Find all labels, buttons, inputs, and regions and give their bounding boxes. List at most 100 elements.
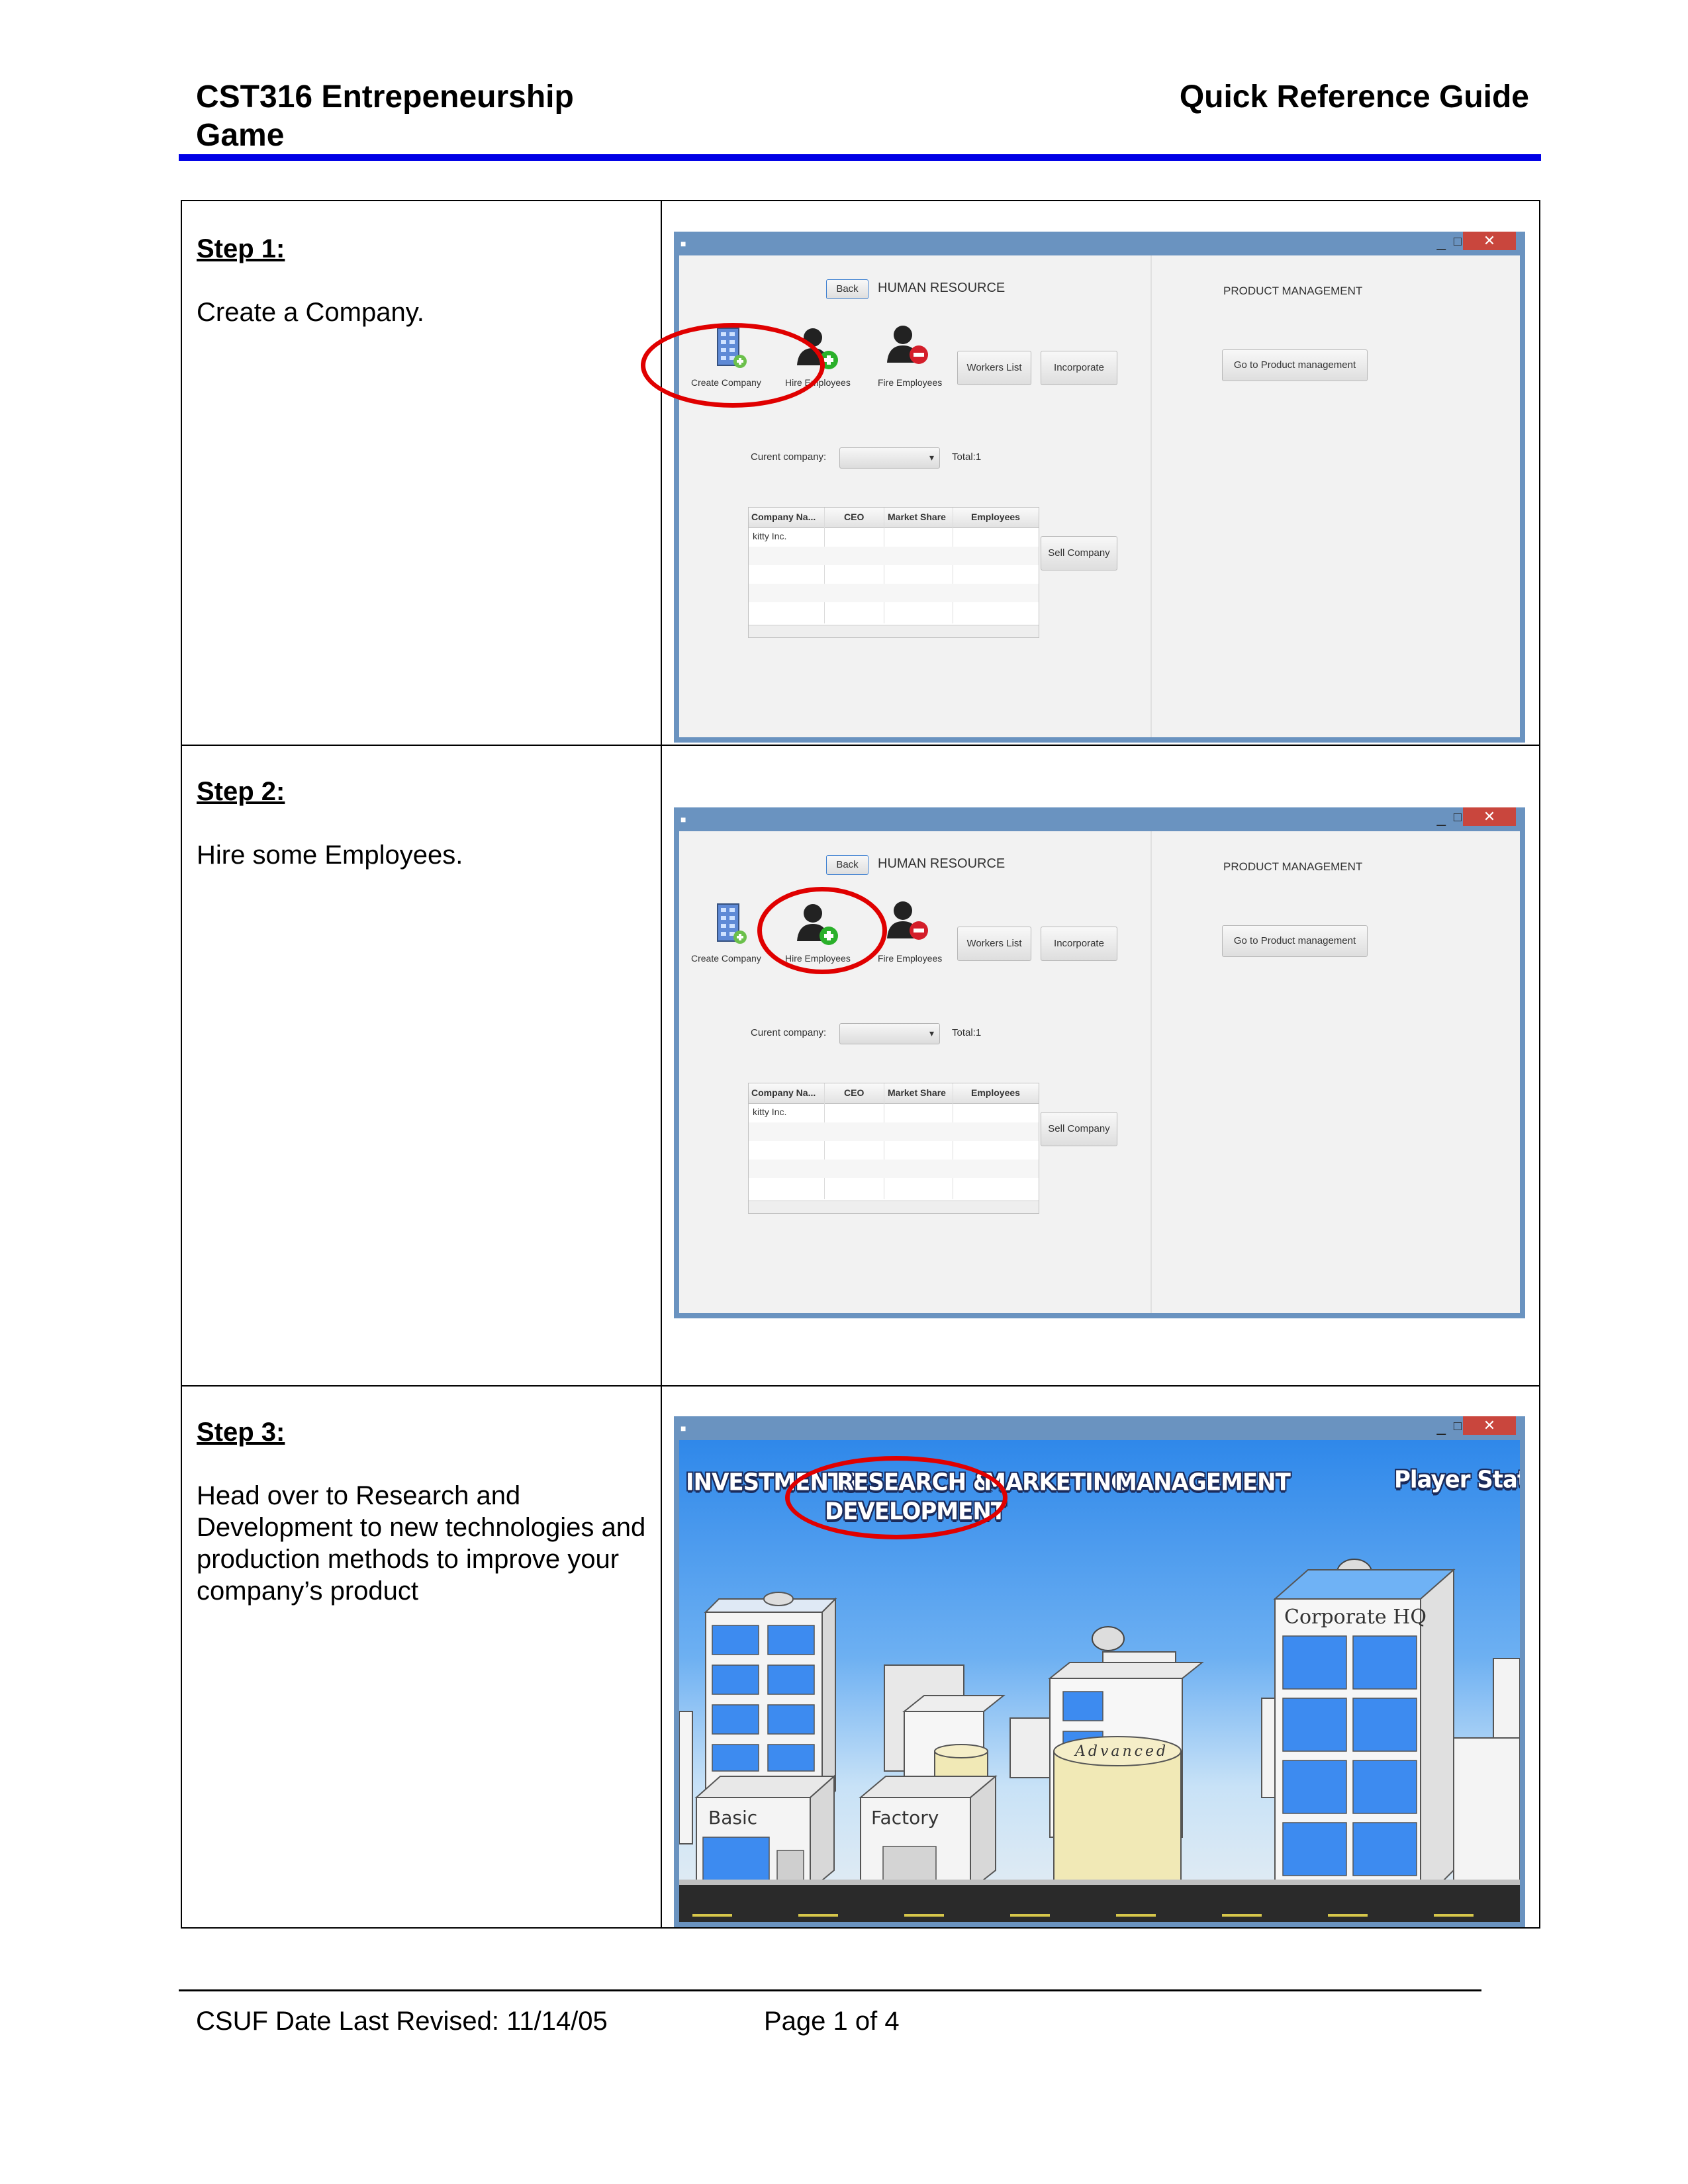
go-to-product-management-button[interactable]: Go to Product management xyxy=(1222,925,1368,957)
company-table[interactable]: Company Na... CEO Market Share Employees… xyxy=(748,507,1039,638)
user-remove-icon[interactable] xyxy=(880,319,933,372)
column-header[interactable]: Market Share xyxy=(888,512,946,522)
footer-rule xyxy=(179,1989,1481,1991)
table-row xyxy=(749,584,1039,602)
close-icon[interactable]: ✕ xyxy=(1463,232,1516,250)
hr-title: HUMAN RESOURCE xyxy=(878,281,1006,295)
advanced-label: Advanced xyxy=(1075,1743,1169,1760)
fire-employees-label: Fire Employees xyxy=(878,953,943,964)
go-to-product-management-button[interactable]: Go to Product management xyxy=(1222,349,1368,381)
table-row xyxy=(749,547,1039,565)
maximize-icon[interactable]: □ xyxy=(1454,234,1462,250)
step-2-title: Step 2: xyxy=(197,777,285,806)
step-3-title: Step 3: xyxy=(197,1418,285,1447)
fire-employees-label: Fire Employees xyxy=(878,377,943,388)
column-header[interactable]: Market Share xyxy=(888,1087,946,1098)
row-divider xyxy=(182,1385,1539,1387)
company-select[interactable]: ▾ xyxy=(839,1023,940,1044)
window-client: Back HUMAN RESOURCE Create Company Hire … xyxy=(679,255,1520,737)
minimize-icon[interactable]: _ xyxy=(1437,809,1446,827)
sell-company-button[interactable]: Sell Company xyxy=(1041,1112,1117,1146)
pm-title: PRODUCT MANAGEMENT xyxy=(1223,860,1363,873)
hr-title: HUMAN RESOURCE xyxy=(878,856,1006,871)
player-status-button[interactable]: Player Status xyxy=(1394,1466,1520,1494)
column-header[interactable]: Company Na... xyxy=(751,1087,816,1098)
app-icon: ■ xyxy=(680,1423,686,1433)
highlight-circle xyxy=(641,323,825,408)
total-label: Total:1 xyxy=(952,451,982,463)
chevron-down-icon: ▾ xyxy=(929,1028,934,1038)
back-button[interactable]: Back xyxy=(826,855,868,875)
table-cell: kitty Inc. xyxy=(753,531,787,541)
table-cell: kitty Inc. xyxy=(753,1107,787,1117)
workers-list-button[interactable]: Workers List xyxy=(957,927,1031,961)
minimize-icon[interactable]: _ xyxy=(1437,233,1446,251)
sell-company-button[interactable]: Sell Company xyxy=(1041,536,1117,570)
basic-label: Basic xyxy=(708,1807,758,1829)
create-company-label: Create Company xyxy=(691,953,761,964)
app-icon: ■ xyxy=(680,238,686,249)
user-remove-icon[interactable] xyxy=(880,895,933,948)
table-row xyxy=(749,565,1039,584)
table-row[interactable]: kitty Inc. xyxy=(749,528,1039,547)
column-header[interactable]: Company Na... xyxy=(751,512,816,522)
footer-revised: CSUF Date Last Revised: 11/14/05 xyxy=(196,2007,608,2036)
chevron-down-icon: ▾ xyxy=(929,452,934,463)
table-row xyxy=(749,1160,1039,1178)
table-row xyxy=(749,1141,1039,1160)
column-header[interactable]: Employees xyxy=(971,512,1020,522)
horizontal-scrollbar[interactable] xyxy=(749,625,1039,637)
title-line-1: CST316 Entrepeneurship xyxy=(196,79,574,114)
maximize-icon[interactable]: □ xyxy=(1454,1419,1462,1434)
current-company-label: Curent company: xyxy=(751,451,827,463)
hq-label: Corporate HQ xyxy=(1284,1606,1427,1629)
table-row xyxy=(749,602,1039,621)
minimize-icon[interactable]: _ xyxy=(1437,1418,1446,1436)
close-icon[interactable]: ✕ xyxy=(1463,807,1516,826)
header-rule xyxy=(179,154,1541,161)
product-management-panel: PRODUCT MANAGEMENT Go to Product managem… xyxy=(1150,255,1520,737)
incorporate-button[interactable]: Incorporate xyxy=(1041,927,1117,961)
table-header: Company Na... CEO Market Share Employees xyxy=(749,1083,1039,1104)
app-icon: ■ xyxy=(680,814,686,825)
total-label: Total:1 xyxy=(952,1027,982,1038)
table-row xyxy=(749,1178,1039,1197)
footer-page-number: Page 1 of 4 xyxy=(764,2007,900,2036)
hr-window-step1: ■ _ □ ✕ Back HUMAN RESOURCE Create Compa… xyxy=(674,232,1525,743)
back-button[interactable]: Back xyxy=(826,279,868,299)
row-divider xyxy=(182,745,1539,746)
column-divider xyxy=(661,201,662,1927)
hr-panel: Back HUMAN RESOURCE Create Company Hire … xyxy=(679,831,1150,1313)
workers-list-button[interactable]: Workers List xyxy=(957,351,1031,385)
window-titlebar: ■ _ □ ✕ xyxy=(674,232,1525,255)
step-1-title: Step 1: xyxy=(197,234,285,263)
incorporate-button[interactable]: Incorporate xyxy=(1041,351,1117,385)
document-title: CST316 Entrepeneurship Game xyxy=(196,78,659,155)
current-company-label: Curent company: xyxy=(751,1027,827,1038)
column-header[interactable]: CEO xyxy=(844,1087,864,1098)
step-3-description: Head over to Research and Development to… xyxy=(197,1481,646,1606)
window-titlebar: ■ _ □ ✕ xyxy=(674,807,1525,831)
company-table[interactable]: Company Na... CEO Market Share Employees… xyxy=(748,1083,1039,1214)
menu-management[interactable]: MANAGEMENT xyxy=(1115,1469,1291,1496)
highlight-circle xyxy=(785,1456,1008,1539)
product-management-panel: PRODUCT MANAGEMENT Go to Product managem… xyxy=(1150,831,1520,1313)
horizontal-scrollbar[interactable] xyxy=(749,1201,1039,1213)
step-2-description: Hire some Employees. xyxy=(197,841,463,870)
building-add-icon[interactable] xyxy=(703,899,756,952)
maximize-icon[interactable]: □ xyxy=(1454,810,1462,825)
table-header: Company Na... CEO Market Share Employees xyxy=(749,508,1039,528)
company-select[interactable]: ▾ xyxy=(839,447,940,469)
title-line-2: Game xyxy=(196,118,285,153)
close-icon[interactable]: ✕ xyxy=(1463,1416,1516,1435)
table-row xyxy=(749,1122,1039,1141)
column-header[interactable]: CEO xyxy=(844,512,864,522)
column-header[interactable]: Employees xyxy=(971,1087,1020,1098)
highlight-circle xyxy=(757,887,887,974)
table-row[interactable]: kitty Inc. xyxy=(749,1104,1039,1122)
guide-title: Quick Reference Guide xyxy=(1179,79,1529,114)
factory-label: Factory xyxy=(871,1807,939,1829)
pm-title: PRODUCT MANAGEMENT xyxy=(1223,285,1363,297)
hr-window-step2: ■ _ □ ✕ Back HUMAN RESOURCE Create Compa… xyxy=(674,807,1525,1318)
step-1-description: Create a Company. xyxy=(197,298,424,327)
